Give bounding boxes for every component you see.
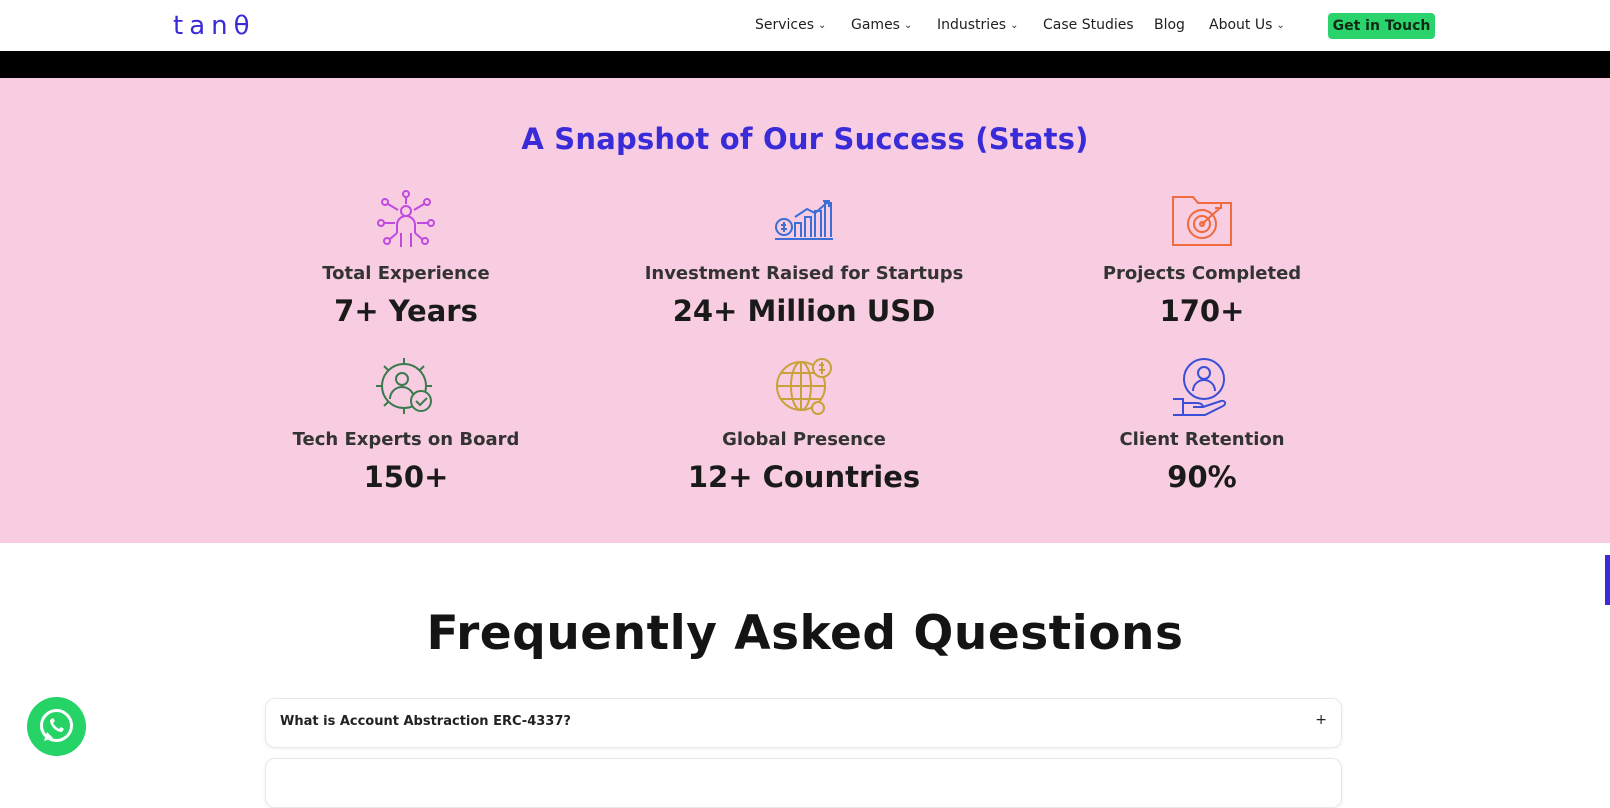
faq-title: Frequently Asked Questions: [426, 606, 1184, 661]
nav-services[interactable]: Services ⌄: [755, 14, 826, 38]
faq-item[interactable]: What is Account Abstraction ERC-4337? +: [265, 698, 1342, 748]
nav-blog[interactable]: Blog: [1154, 14, 1185, 36]
tan-logo[interactable]: tanθ: [173, 11, 257, 39]
team-network-icon: [377, 190, 435, 247]
client-hand-icon: [1173, 358, 1227, 416]
stat-value: 24+ Million USD: [672, 294, 936, 328]
side-tab[interactable]: [1605, 555, 1610, 605]
faq-item[interactable]: [265, 758, 1342, 808]
stat-value: 7+ Years: [334, 294, 478, 328]
chevron-down-icon: ⌄: [903, 20, 913, 31]
stats-section: A Snapshot of Our Success (Stats) Total …: [0, 78, 1610, 543]
stat-total-experience: Total Experience 7+ Years: [206, 189, 606, 328]
banner-strip: [0, 51, 1610, 78]
chevron-down-icon: ⌄: [818, 20, 827, 31]
target-folder-icon: [1172, 196, 1232, 246]
faq-question: What is Account Abstraction ERC-4337?: [280, 714, 571, 729]
svg-text:tanθ: tanθ: [173, 11, 256, 39]
growth-chart-icon: [775, 200, 833, 240]
stat-value: 150+: [363, 460, 449, 494]
stat-label: Total Experience: [322, 263, 490, 284]
stat-client-retention: Client Retention 90%: [1002, 355, 1402, 494]
stat-label: Client Retention: [1119, 429, 1285, 450]
stat-investment: Investment Raised for Startups 24+ Milli…: [604, 189, 1004, 328]
stat-label: Tech Experts on Board: [292, 429, 520, 450]
stat-global-presence: Global Presence 12+ Countries: [604, 355, 1004, 494]
nav-label: Blog: [1154, 17, 1185, 33]
nav-case-studies[interactable]: Case Studies: [1043, 14, 1134, 36]
nav-about-us[interactable]: About Us ⌄: [1209, 14, 1285, 38]
nav-games[interactable]: Games ⌄: [851, 14, 912, 38]
plus-icon[interactable]: +: [1315, 712, 1327, 728]
stat-label: Investment Raised for Startups: [644, 263, 964, 284]
chevron-down-icon: ⌄: [1276, 20, 1285, 31]
stats-title: A Snapshot of Our Success (Stats): [521, 122, 1089, 156]
nav-label: About Us: [1209, 17, 1273, 33]
nav-label: Case Studies: [1043, 17, 1134, 33]
stat-value: 170+: [1159, 294, 1245, 328]
stat-value: 12+ Countries: [687, 460, 921, 494]
nav-label: Industries: [937, 17, 1007, 33]
site-header: tanθ Services ⌄ Games ⌄ Industries ⌄ Case S…: [0, 0, 1610, 51]
get-in-touch-button[interactable]: Get in Touch: [1328, 13, 1435, 39]
stat-projects-completed: Projects Completed 170+: [1002, 189, 1402, 328]
stat-label: Global Presence: [722, 429, 886, 450]
nav-industries[interactable]: Industries ⌄: [937, 14, 1019, 38]
nav-label: Services: [755, 17, 815, 33]
nav-label: Games: [851, 17, 900, 33]
expert-gear-icon: [376, 358, 432, 414]
stat-label: Projects Completed: [1102, 263, 1302, 284]
globe-dollar-icon: [776, 358, 832, 415]
whatsapp-button[interactable]: [27, 697, 86, 756]
stat-value: 90%: [1167, 460, 1237, 494]
chevron-down-icon: ⌄: [1010, 20, 1019, 31]
stat-tech-experts: Tech Experts on Board 150+: [206, 355, 606, 494]
whatsapp-icon: [40, 709, 73, 742]
